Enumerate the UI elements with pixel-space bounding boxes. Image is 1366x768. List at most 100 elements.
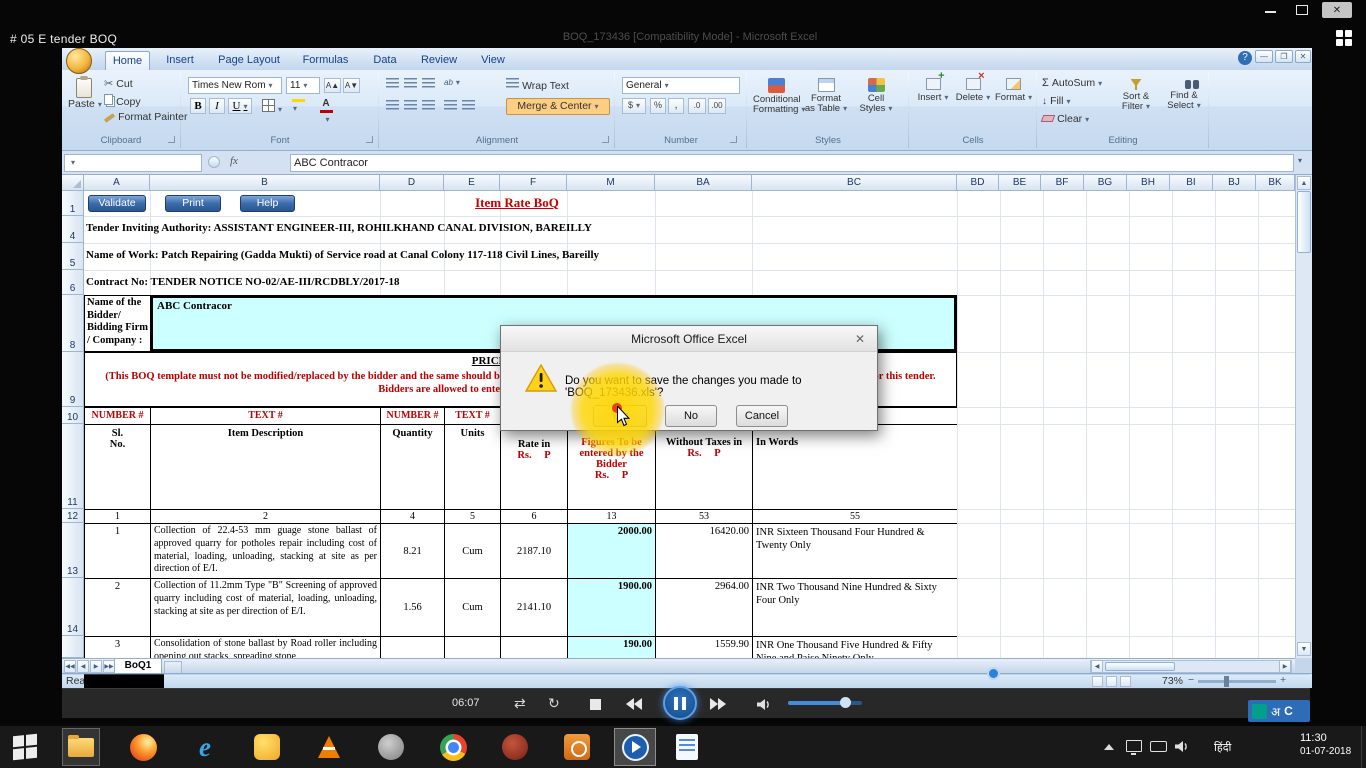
horizontal-scrollbar[interactable]: ◀ ▶ bbox=[1090, 660, 1292, 673]
cell-type[interactable]: NUMBER # bbox=[381, 408, 445, 425]
cell-index[interactable]: 1 bbox=[85, 510, 151, 524]
alignment-dialog-launcher[interactable] bbox=[602, 136, 609, 143]
zoom-slider-track[interactable] bbox=[1198, 680, 1276, 683]
insert-cells-button[interactable]: Insert bbox=[914, 71, 952, 134]
tray-keyboard-icon[interactable] bbox=[1150, 741, 1167, 752]
taskbar-writer[interactable] bbox=[668, 728, 706, 766]
no-button[interactable]: No bbox=[665, 405, 717, 427]
number-dialog-launcher[interactable] bbox=[730, 136, 737, 143]
cancel-button[interactable]: Cancel bbox=[736, 405, 788, 427]
header-rate[interactable]: Rate in Rs. P bbox=[501, 425, 568, 510]
cell-index[interactable]: 53 bbox=[656, 510, 753, 524]
name-box[interactable] bbox=[64, 154, 202, 172]
cell-index[interactable]: 5 bbox=[445, 510, 501, 524]
clipboard-dialog-launcher[interactable] bbox=[168, 136, 175, 143]
font-family-select[interactable]: Times New Rom bbox=[188, 77, 282, 94]
volume-icon[interactable] bbox=[756, 698, 772, 711]
cell-quantity[interactable] bbox=[381, 637, 445, 658]
scroll-up-icon[interactable]: ▲ bbox=[1297, 176, 1311, 190]
taskbar-app-yellow[interactable] bbox=[248, 728, 286, 766]
row-header[interactable]: 6 bbox=[62, 270, 84, 295]
tab-insert[interactable]: Insert bbox=[158, 51, 202, 70]
align-right-icon[interactable] bbox=[422, 100, 435, 111]
cell-entered-rate[interactable]: 1900.00 bbox=[568, 579, 656, 637]
row-header[interactable]: 1 bbox=[62, 191, 84, 216]
cell-styles-button[interactable]: Cell Styles bbox=[852, 76, 900, 134]
merge-center-button[interactable]: Merge & Center bbox=[506, 98, 610, 115]
header-without-taxes[interactable]: Without Taxes in Rs. P bbox=[656, 425, 753, 510]
normal-view-icon[interactable] bbox=[1092, 676, 1103, 687]
tab-data[interactable]: Data bbox=[363, 51, 407, 70]
cell-bidder-label[interactable]: Name of the Bidder/ Bidding Firm / Compa… bbox=[85, 296, 151, 351]
cell-entered-rate[interactable]: 2000.00 bbox=[568, 524, 656, 579]
col-header-bi[interactable]: BI bbox=[1170, 175, 1213, 191]
taskbar-file-explorer[interactable] bbox=[62, 728, 100, 766]
col-header-bg[interactable]: BG bbox=[1084, 175, 1127, 191]
header-sl-no[interactable]: Sl. No. bbox=[85, 425, 151, 510]
cell-total[interactable]: 16420.00 bbox=[656, 524, 753, 579]
cell-entered-rate[interactable]: 190.00 bbox=[568, 637, 656, 658]
cell-quantity[interactable]: 1.56 bbox=[381, 579, 445, 637]
col-header-a[interactable]: A bbox=[84, 175, 150, 191]
repeat-icon[interactable]: ↻ bbox=[548, 696, 560, 710]
pause-button[interactable] bbox=[663, 686, 697, 720]
cell-sl[interactable]: 2 bbox=[85, 579, 151, 637]
language-bar[interactable]: अ C bbox=[1248, 700, 1310, 722]
grow-font-button[interactable] bbox=[324, 78, 341, 93]
col-header-m[interactable]: M bbox=[567, 175, 655, 191]
horizontal-scroll-thumb[interactable] bbox=[1105, 662, 1175, 671]
cell-type[interactable]: NUMBER # bbox=[85, 408, 151, 425]
sort-filter-button[interactable]: Sort & Filter bbox=[1114, 76, 1158, 134]
tray-volume-icon[interactable] bbox=[1174, 740, 1190, 753]
col-header-bf[interactable]: BF bbox=[1041, 175, 1084, 191]
formula-bar-expand-icon[interactable]: ▾ bbox=[1298, 156, 1302, 165]
row-header[interactable]: 10 bbox=[62, 407, 84, 424]
wrap-text-button[interactable]: Wrap Text bbox=[506, 78, 569, 92]
copy-button[interactable]: Copy bbox=[104, 94, 141, 108]
taskbar-app-darkred[interactable] bbox=[496, 728, 534, 766]
page-break-view-icon[interactable] bbox=[1120, 676, 1131, 687]
row-header[interactable]: 8 bbox=[62, 295, 84, 352]
cell-work-name[interactable]: Name of Work: Patch Repairing (Gadda Muk… bbox=[86, 249, 599, 261]
cell-words[interactable]: INR One Thousand Five Hundred & Fifty Ni… bbox=[753, 637, 957, 658]
cell-type[interactable]: TEXT # bbox=[445, 408, 501, 425]
cell-rate[interactable] bbox=[501, 637, 568, 658]
clear-button[interactable]: Clear bbox=[1040, 113, 1089, 125]
next-sheet-icon[interactable]: ▶ bbox=[90, 660, 102, 673]
decrease-decimal-button[interactable] bbox=[708, 98, 726, 114]
language-latin[interactable]: C bbox=[1284, 704, 1293, 718]
formula-cancel-icon[interactable] bbox=[208, 156, 220, 168]
rewind-icon[interactable] bbox=[626, 698, 642, 713]
cell-sl[interactable]: 1 bbox=[85, 524, 151, 579]
player-maximize-button[interactable] bbox=[1290, 2, 1314, 18]
dialog-close-icon[interactable] bbox=[844, 327, 876, 351]
language-devanagari[interactable]: अ bbox=[1271, 703, 1280, 720]
italic-button[interactable]: I bbox=[209, 98, 225, 114]
accounting-format-button[interactable] bbox=[622, 98, 646, 114]
scroll-left-icon[interactable]: ◀ bbox=[1091, 660, 1103, 673]
excel-restore-button[interactable]: ❐ bbox=[1275, 50, 1293, 63]
zoom-out-icon[interactable]: − bbox=[1188, 674, 1194, 686]
align-bottom-icon[interactable] bbox=[422, 78, 435, 89]
fast-forward-icon[interactable] bbox=[710, 698, 726, 713]
formula-input[interactable]: ABC Contracor bbox=[290, 154, 1294, 172]
cell-index[interactable]: 6 bbox=[501, 510, 568, 524]
fill-color-button[interactable] bbox=[290, 98, 306, 114]
col-header-d[interactable]: D bbox=[380, 175, 444, 191]
taskbar-media-player-active[interactable] bbox=[614, 728, 656, 766]
stop-icon[interactable] bbox=[590, 699, 601, 710]
vertical-scrollbar[interactable]: ▲ ▼ bbox=[1295, 175, 1312, 658]
vertical-scroll-thumb[interactable] bbox=[1297, 191, 1311, 253]
row-header[interactable]: 12 bbox=[62, 509, 84, 523]
first-sheet-icon[interactable]: ◀◀ bbox=[64, 660, 76, 673]
excel-close-button[interactable]: ✕ bbox=[1295, 50, 1311, 63]
underline-button[interactable]: U bbox=[228, 98, 252, 114]
office-button[interactable] bbox=[66, 48, 92, 74]
decrease-indent-icon[interactable] bbox=[444, 100, 457, 111]
shrink-font-button[interactable] bbox=[343, 78, 360, 93]
scroll-right-icon[interactable]: ▶ bbox=[1279, 660, 1291, 673]
conditional-formatting-button[interactable]: Conditional Formatting bbox=[752, 76, 801, 134]
paste-button[interactable]: Paste bbox=[68, 76, 100, 132]
show-desktop-button[interactable] bbox=[1361, 726, 1366, 768]
col-header-bc[interactable]: BC bbox=[752, 175, 957, 191]
